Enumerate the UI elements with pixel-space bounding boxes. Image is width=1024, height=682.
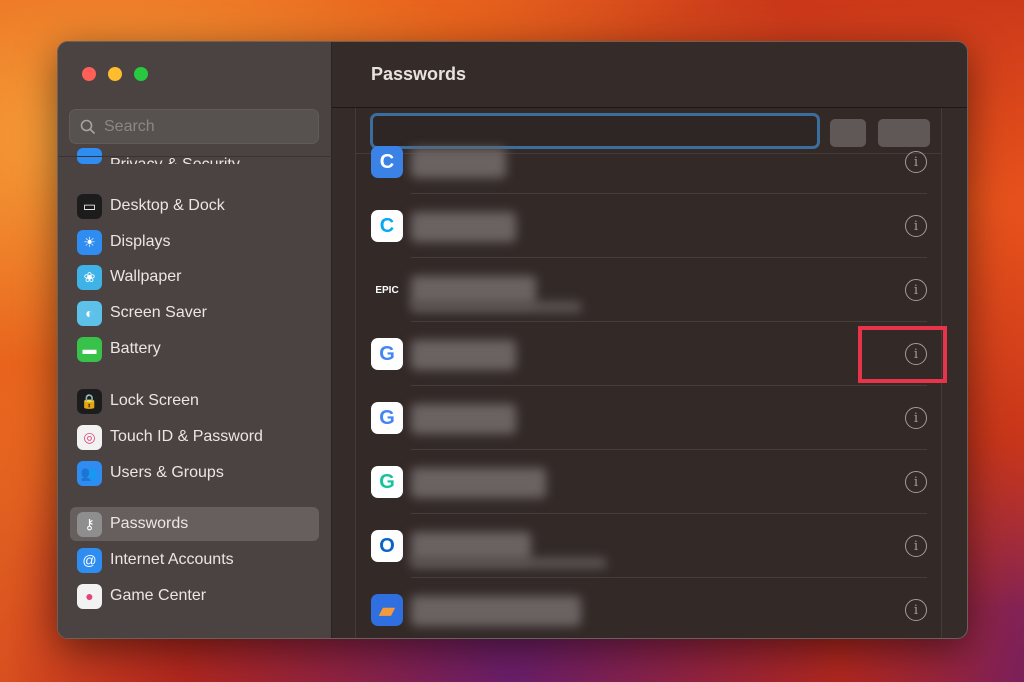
wallpaper-icon: ❀ [77,264,102,290]
blurred-account-detail [411,558,606,568]
sidebar: Search Privacy & Security ▭ Desktop & Doc… [58,42,332,638]
password-row[interactable]: EPIC i [356,258,941,322]
laptop-app-icon: ▰ [371,594,403,626]
sidebar-item-label: Game Center [110,587,207,604]
at-icon: @ [77,547,102,573]
blurred-account-name [411,340,516,370]
google-icon: G [371,338,403,370]
sidebar-item-game-center[interactable]: ● Game Center [70,579,319,613]
close-button[interactable] [82,67,96,81]
sidebar-item-label: Internet Accounts [110,551,234,568]
password-row[interactable]: O i [356,514,941,578]
info-icon[interactable]: i [905,151,927,173]
grammarly-icon: G [371,466,403,498]
users-icon: 👥 [77,460,102,486]
sidebar-item-label: Touch ID & Password [110,428,263,445]
highlight-box [858,326,947,383]
fingerprint-icon: ◎ [77,424,102,450]
sidebar-item-label: Passwords [110,515,189,532]
sidebar-item-internet-accounts[interactable]: @ Internet Accounts [70,543,319,577]
password-row[interactable]: C i [356,130,941,194]
password-row[interactable]: ▰ i [356,578,941,638]
search-icon [80,119,96,134]
sidebar-item-label: Lock Screen [110,392,199,409]
sidebar-item-screen-saver[interactable]: ◐ Screen Saver [70,296,319,330]
search-placeholder: Search [104,117,155,135]
clockify-icon: C [371,210,403,242]
blurred-account-name [411,148,506,178]
password-row[interactable]: G i [356,450,941,514]
sidebar-item-battery[interactable]: ▬ Battery [70,332,319,366]
password-row[interactable]: G i [356,322,941,386]
sidebar-item-label: Battery [110,340,161,357]
sidebar-item-displays[interactable]: ☀ Displays [70,225,319,259]
blurred-account-name [411,404,516,434]
battery-icon: ▬ [77,336,102,362]
zoom-button[interactable] [134,67,148,81]
google-icon: G [371,402,403,434]
sidebar-item-label: Wallpaper [110,268,182,285]
outlook-icon: O [371,530,403,562]
info-icon[interactable]: i [905,535,927,557]
sidebar-item-users-groups[interactable]: 👥 Users & Groups [70,456,319,490]
sidebar-item-lock-screen[interactable]: 🔒 Lock Screen [70,384,319,418]
blurred-account-detail [411,302,581,312]
lock-icon: 🔒 [77,388,102,414]
sidebar-item-label: Displays [110,233,171,250]
game-center-icon: ● [77,583,102,609]
info-icon[interactable]: i [905,279,927,301]
canva-icon: C [371,146,403,178]
sidebar-item-touch-id-password[interactable]: ◎ Touch ID & Password [70,420,319,454]
settings-window: Search Privacy & Security ▭ Desktop & Doc… [57,41,968,639]
blurred-account-name [411,596,581,626]
sidebar-item-label: Privacy & Security [110,156,240,164]
page-title: Passwords [371,64,467,84]
minimize-button[interactable] [108,67,122,81]
search-divider [58,156,332,157]
sidebar-item-label: Users & Groups [110,464,224,481]
password-list: C i C i EPIC i G i G i G i O i ▰ i [355,82,942,638]
sidebar-item-desktop-dock[interactable]: ▭ Desktop & Dock [70,189,319,223]
epic-games-icon: EPIC [371,274,403,306]
sidebar-item-label: Screen Saver [110,304,207,321]
info-icon[interactable]: i [905,215,927,237]
sidebar-item-wallpaper[interactable]: ❀ Wallpaper [70,260,319,294]
blurred-account-name [411,212,516,242]
header: Passwords [332,42,967,108]
screen-saver-icon: ◐ [77,300,102,326]
password-row[interactable]: G i [356,386,941,450]
sidebar-item-privacy-security[interactable]: Privacy & Security [70,144,319,164]
password-row[interactable]: C i [356,194,941,258]
info-icon[interactable]: i [905,407,927,429]
sidebar-item-label: Desktop & Dock [110,197,225,214]
blurred-account-name [411,468,546,498]
displays-icon: ☀ [77,229,102,255]
key-icon: ⚷ [77,511,102,537]
search-input[interactable]: Search [69,109,319,144]
desktop-dock-icon: ▭ [77,193,102,219]
info-icon[interactable]: i [905,471,927,493]
info-icon[interactable]: i [905,599,927,621]
sidebar-item-passwords[interactable]: ⚷ Passwords [70,507,319,541]
